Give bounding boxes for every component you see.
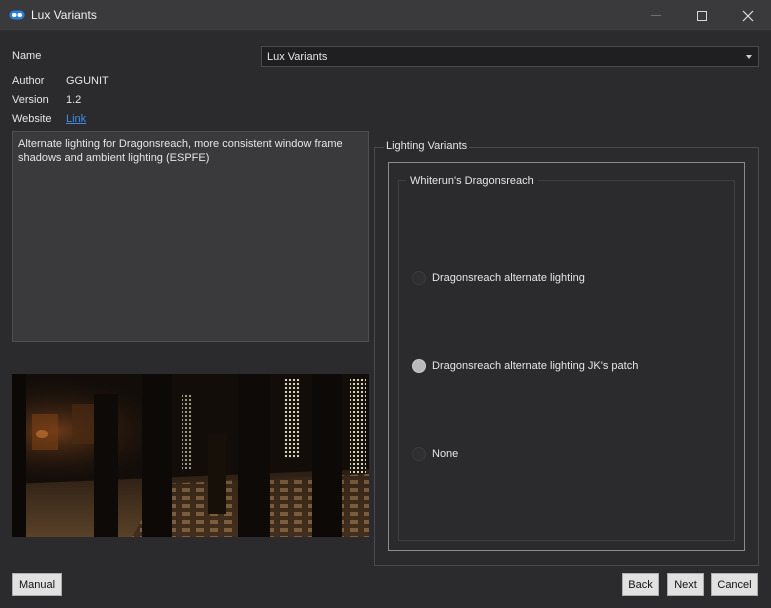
minimize-button[interactable] (633, 0, 679, 31)
radio-label: Dragonsreach alternate lighting JK's pat… (432, 360, 639, 372)
lighting-variants-title: Lighting Variants (384, 140, 470, 152)
cancel-button[interactable]: Cancel (711, 573, 758, 596)
radio-label: None (432, 448, 459, 460)
radio-button[interactable] (412, 447, 426, 461)
chevron-down-icon (746, 55, 752, 59)
radio-option-none[interactable]: None (412, 446, 458, 462)
variant-select[interactable]: Lux Variants (261, 46, 759, 67)
close-icon (742, 10, 754, 21)
close-button[interactable] (725, 0, 771, 31)
radio-option-alternate-lighting[interactable]: Dragonsreach alternate lighting (412, 270, 585, 286)
description-text: Alternate lighting for Dragonsreach, mor… (12, 131, 369, 342)
title-bar: Lux Variants (0, 0, 771, 31)
version-label: Version (12, 94, 49, 106)
maximize-icon (697, 10, 707, 21)
minimize-icon (651, 15, 661, 16)
author-label: Author (12, 75, 45, 87)
preview-image (12, 374, 369, 537)
radio-button[interactable] (412, 359, 426, 373)
variant-select-value: Lux Variants (267, 51, 328, 63)
radio-button[interactable] (412, 271, 426, 285)
back-button[interactable]: Back (622, 573, 659, 596)
radio-label: Dragonsreach alternate lighting (432, 272, 585, 284)
version-value: 1.2 (66, 94, 82, 106)
website-label: Website (12, 113, 52, 125)
dragonsreach-preview-picture (12, 374, 369, 537)
next-button[interactable]: Next (667, 573, 704, 596)
radio-option-jk-patch[interactable]: Dragonsreach alternate lighting JK's pat… (412, 358, 638, 374)
window-title: Lux Variants (31, 8, 97, 22)
maximize-button[interactable] (679, 0, 725, 31)
website-link[interactable]: Link (66, 113, 86, 125)
name-label: Name (12, 50, 42, 62)
manual-button[interactable]: Manual (12, 573, 62, 596)
author-value: GGUNIT (66, 75, 109, 87)
whiterun-dragonsreach-title: Whiterun's Dragonsreach (406, 175, 538, 187)
link-icon (9, 10, 25, 20)
